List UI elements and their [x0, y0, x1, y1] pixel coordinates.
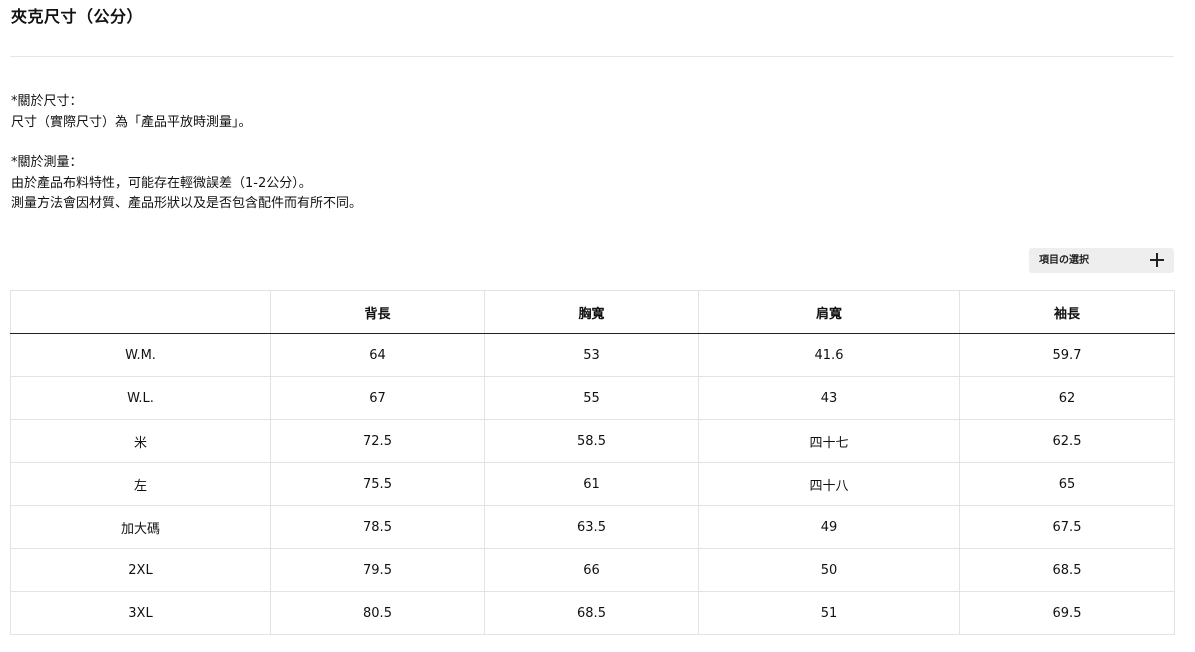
back-length-cell: 64	[270, 333, 485, 377]
size-note-heading: *關於尺寸：	[11, 94, 83, 109]
size-notes: *關於尺寸： 尺寸（實際尺寸）為「產品平放時測量」。 *關於測量： 由於產品布料…	[11, 92, 362, 215]
shoulder-width-cell: 四十八	[698, 462, 960, 506]
header-back-length: 背長	[270, 290, 485, 334]
sleeve-length-cell: 65	[959, 462, 1175, 506]
back-length-cell: 80.5	[270, 591, 485, 635]
table-header-row: 背長 胸寬 肩寬 袖長	[10, 290, 1175, 334]
table-row: 3XL 80.5 68.5 51 69.5	[10, 591, 1175, 635]
select-items-button[interactable]: 項目の選択	[1029, 248, 1174, 273]
page-title: 夾克尺寸（公分）	[11, 7, 144, 26]
size-table: 背長 胸寬 肩寬 袖長 W.M. 64 53 41.6 59.7 W.L. 67…	[10, 290, 1175, 635]
chest-width-cell: 61	[484, 462, 699, 506]
shoulder-width-cell: 49	[698, 505, 960, 549]
sleeve-length-cell: 69.5	[959, 591, 1175, 635]
measure-note-text-1: 由於產品布料特性，可能存在輕微誤差（1-2公分）。	[11, 175, 312, 191]
size-label-cell: W.M.	[10, 333, 271, 377]
chest-width-cell: 68.5	[484, 591, 699, 635]
measure-note-text-2: 測量方法會因材質、產品形狀以及是否包含配件而有所不同。	[11, 196, 363, 211]
measure-note-heading: *關於測量：	[11, 155, 83, 170]
back-length-cell: 75.5	[270, 462, 485, 506]
sleeve-length-cell: 67.5	[959, 505, 1175, 549]
back-length-cell: 79.5	[270, 548, 485, 592]
sleeve-length-cell: 62.5	[959, 419, 1175, 463]
size-label-cell: 2XL	[10, 548, 271, 592]
shoulder-width-cell: 43	[698, 376, 960, 420]
sleeve-length-cell: 59.7	[959, 333, 1175, 377]
size-label-cell: 3XL	[10, 591, 271, 635]
back-length-cell: 67	[270, 376, 485, 420]
size-label-cell: W.L.	[10, 376, 271, 420]
chest-width-cell: 55	[484, 376, 699, 420]
header-size-column	[10, 290, 271, 334]
shoulder-width-cell: 四十七	[698, 419, 960, 463]
table-row: 米 72.5 58.5 四十七 62.5	[10, 419, 1175, 463]
header-shoulder-width: 肩寬	[698, 290, 960, 334]
table-row: W.L. 67 55 43 62	[10, 376, 1175, 420]
size-label-cell: 左	[10, 462, 271, 506]
size-label-cell: 米	[10, 419, 271, 463]
sleeve-length-cell: 62	[959, 376, 1175, 420]
table-row: 加大碼 78.5 63.5 49 67.5	[10, 505, 1175, 549]
shoulder-width-cell: 50	[698, 548, 960, 592]
shoulder-width-cell: 41.6	[698, 333, 960, 377]
table-row: 2XL 79.5 66 50 68.5	[10, 548, 1175, 592]
chest-width-cell: 53	[484, 333, 699, 377]
table-row: W.M. 64 53 41.6 59.7	[10, 333, 1175, 377]
shoulder-width-cell: 51	[698, 591, 960, 635]
header-chest-width: 胸寬	[484, 290, 699, 334]
table-row: 左 75.5 61 四十八 65	[10, 462, 1175, 506]
back-length-cell: 72.5	[270, 419, 485, 463]
size-label-cell: 加大碼	[10, 505, 271, 549]
size-note-text: 尺寸（實際尺寸）為「產品平放時測量」。	[11, 114, 252, 130]
select-items-label: 項目の選択	[1039, 255, 1089, 266]
size-chart-page: 夾克尺寸（公分） *關於尺寸： 尺寸（實際尺寸）為「產品平放時測量」。 *關於測…	[0, 0, 1195, 652]
plus-icon	[1150, 253, 1164, 267]
back-length-cell: 78.5	[270, 505, 485, 549]
chest-width-cell: 66	[484, 548, 699, 592]
chest-width-cell: 58.5	[484, 419, 699, 463]
notes-spacer	[11, 133, 362, 153]
chest-width-cell: 63.5	[484, 505, 699, 549]
sleeve-length-cell: 68.5	[959, 548, 1175, 592]
title-divider	[10, 56, 1174, 57]
header-sleeve-length: 袖長	[959, 290, 1175, 334]
